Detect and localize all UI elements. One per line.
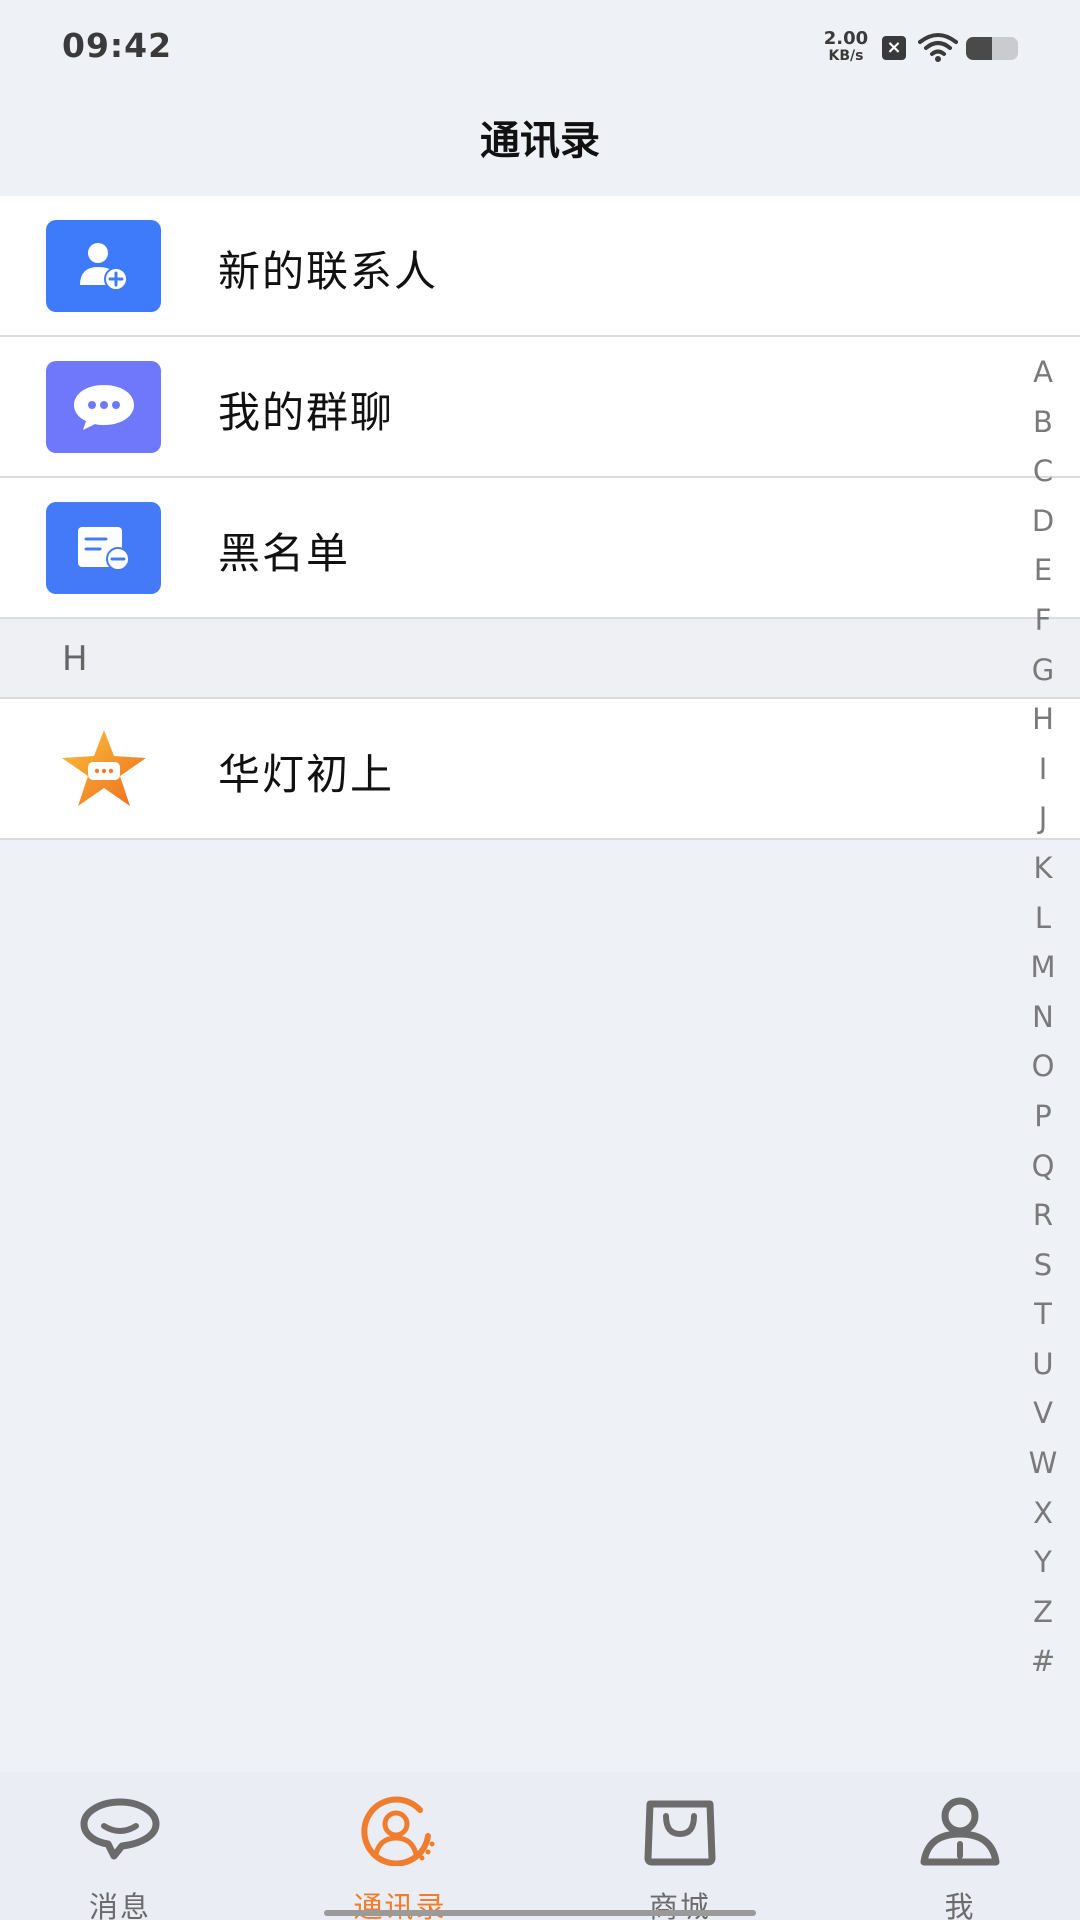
index-letter[interactable]: U bbox=[1032, 1340, 1053, 1390]
home-indicator[interactable] bbox=[324, 1910, 756, 1916]
index-letter[interactable]: # bbox=[1031, 1637, 1055, 1687]
index-letter[interactable]: X bbox=[1033, 1489, 1053, 1539]
index-letter[interactable]: Y bbox=[1034, 1538, 1052, 1588]
battery-icon bbox=[966, 37, 1018, 60]
index-letter[interactable]: K bbox=[1033, 844, 1052, 894]
contact-name: 华灯初上 bbox=[218, 750, 395, 799]
battery-level-fill bbox=[966, 37, 992, 60]
index-letter[interactable]: I bbox=[1039, 745, 1048, 795]
section-letter: H bbox=[62, 639, 88, 679]
blacklist-label: 黑名单 bbox=[218, 529, 351, 578]
index-letter[interactable]: B bbox=[1033, 398, 1053, 448]
tab-messages-label: 消息 bbox=[88, 1890, 151, 1920]
blacklist-row[interactable]: 黑名单 bbox=[0, 478, 1080, 619]
index-letter[interactable]: M bbox=[1030, 943, 1055, 993]
group-chats-row[interactable]: 我的群聊 bbox=[0, 337, 1080, 478]
index-letter[interactable]: D bbox=[1032, 497, 1054, 547]
wifi-icon bbox=[918, 33, 958, 62]
contact-list: 新的联系人 我的群聊 黑名单 H 华灯初上 bbox=[0, 196, 1080, 840]
index-letter[interactable]: J bbox=[1039, 794, 1048, 844]
tab-me[interactable]: 我 bbox=[870, 1772, 1050, 1920]
index-letter[interactable]: S bbox=[1034, 1241, 1052, 1291]
group-chats-label: 我的群聊 bbox=[218, 388, 395, 437]
index-letter[interactable]: Z bbox=[1033, 1588, 1053, 1638]
tab-me-label: 我 bbox=[944, 1890, 976, 1920]
new-contacts-row[interactable]: 新的联系人 bbox=[0, 196, 1080, 337]
sim-disabled-icon: × bbox=[882, 36, 906, 60]
blacklist-icon bbox=[46, 502, 161, 594]
tab-messages[interactable]: 消息 bbox=[30, 1772, 210, 1920]
tab-mall[interactable]: 商城 bbox=[590, 1772, 770, 1920]
index-letter[interactable]: O bbox=[1032, 1042, 1055, 1092]
index-letter[interactable]: F bbox=[1035, 596, 1052, 646]
bottom-tab-bar: 消息 通讯录 商城 我 bbox=[0, 1772, 1080, 1920]
index-letter[interactable]: Q bbox=[1032, 1142, 1055, 1192]
section-header-h: H bbox=[0, 619, 1080, 699]
status-time: 09:42 bbox=[62, 26, 173, 65]
index-letter[interactable]: R bbox=[1033, 1191, 1053, 1241]
network-speed: 2.00 KB/s bbox=[818, 28, 874, 64]
alphabet-index[interactable]: A B C D E F G H I J K L M N O P Q R S T U V W X Y Z # bbox=[1018, 348, 1068, 1687]
tab-contacts[interactable]: 通讯录 bbox=[310, 1772, 490, 1920]
index-letter[interactable]: L bbox=[1035, 894, 1051, 944]
network-speed-value: 2.00 bbox=[823, 28, 869, 49]
add-contact-icon bbox=[46, 220, 161, 312]
shopping-bag-icon bbox=[644, 1800, 716, 1866]
profile-icon bbox=[920, 1797, 1000, 1866]
new-contacts-label: 新的联系人 bbox=[218, 247, 439, 296]
group-chat-icon bbox=[46, 361, 161, 453]
index-letter[interactable]: N bbox=[1032, 993, 1054, 1043]
index-letter[interactable]: W bbox=[1029, 1439, 1058, 1489]
contacts-screen: 09:42 2.00 KB/s × 通讯录 新的联系人 我的群聊 黑名单 H 华… bbox=[0, 0, 1080, 1920]
contacts-icon bbox=[361, 1796, 435, 1866]
page-title: 通讯录 bbox=[480, 118, 600, 164]
network-speed-unit: KB/s bbox=[828, 48, 864, 64]
message-icon bbox=[80, 1798, 160, 1860]
status-bar: 09:42 2.00 KB/s × bbox=[0, 0, 1080, 96]
index-letter[interactable]: P bbox=[1034, 1092, 1052, 1142]
index-letter[interactable]: G bbox=[1032, 646, 1054, 696]
index-letter[interactable]: A bbox=[1033, 348, 1053, 398]
index-letter[interactable]: C bbox=[1033, 447, 1053, 497]
index-letter[interactable]: H bbox=[1032, 695, 1054, 745]
index-letter[interactable]: T bbox=[1034, 1290, 1052, 1340]
index-letter[interactable]: E bbox=[1034, 546, 1052, 596]
star-chat-avatar-icon bbox=[46, 723, 161, 815]
contact-row[interactable]: 华灯初上 bbox=[0, 699, 1080, 840]
index-letter[interactable]: V bbox=[1033, 1389, 1053, 1439]
